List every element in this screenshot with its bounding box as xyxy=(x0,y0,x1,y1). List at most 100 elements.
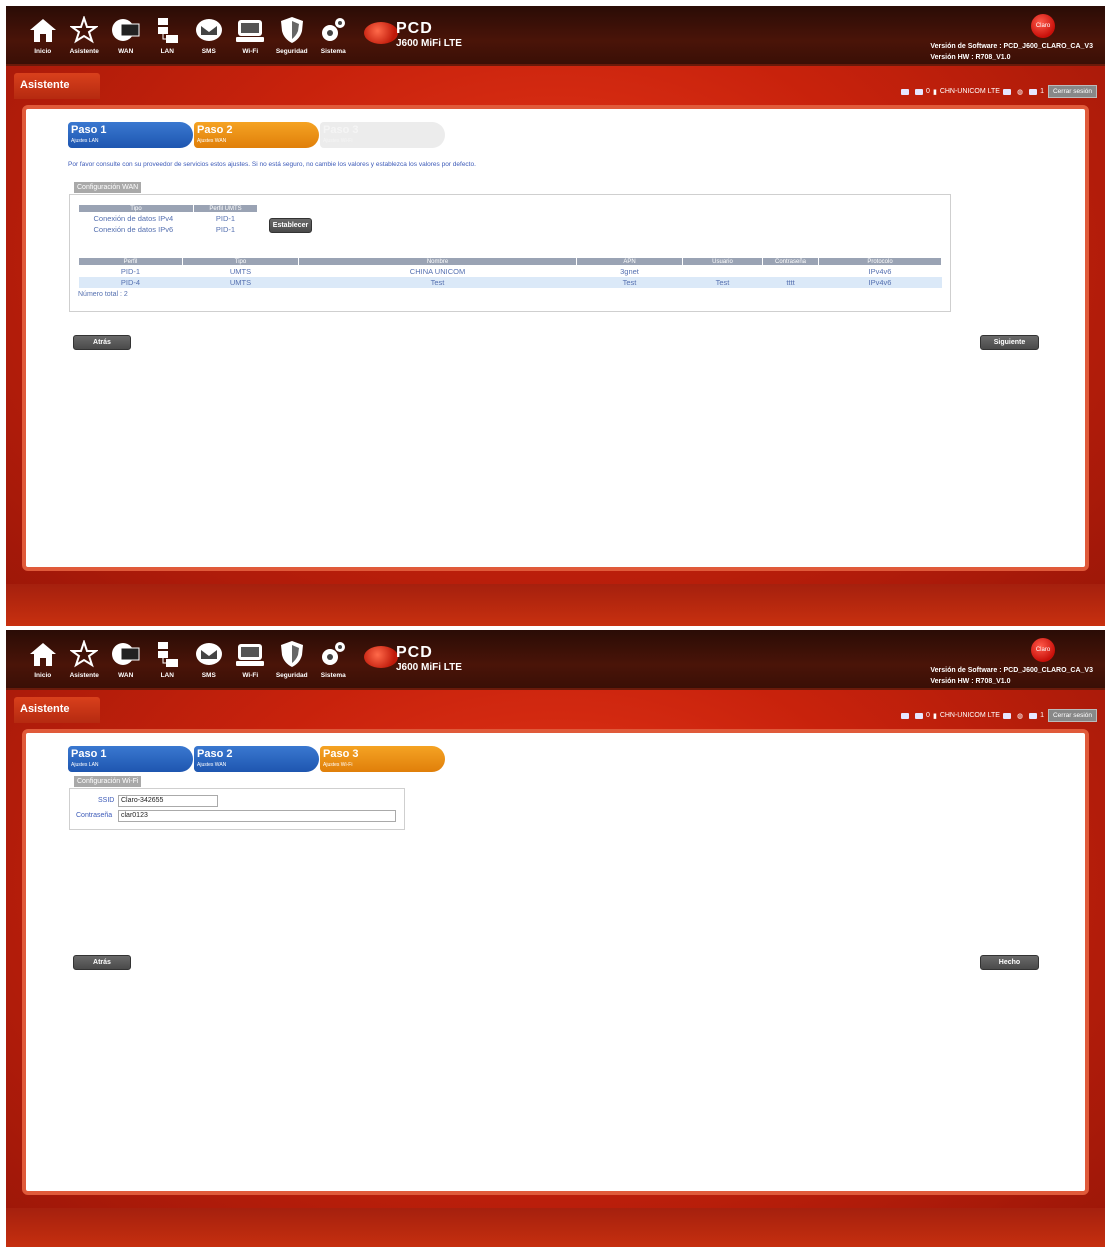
content-header: Asistente 0 ▮ CHN-UNICOM LTE ◍ 1 Cerrar … xyxy=(14,697,1097,729)
nav-sistema[interactable]: Sistema xyxy=(313,14,355,60)
nav-label: Wi-Fi xyxy=(242,672,259,679)
nav-label: LAN xyxy=(160,672,174,679)
nav-label: WAN xyxy=(118,48,134,55)
logout-button[interactable]: Cerrar sesión xyxy=(1047,85,1097,98)
status-bar: 0 ▮ CHN-UNICOM LTE ◍ 1 Cerrar sesión xyxy=(898,85,1097,98)
brand-name: PCD xyxy=(396,20,433,37)
password-input[interactable]: clar0123 xyxy=(118,810,396,822)
wan-icon xyxy=(110,14,142,46)
ssid-label: SSID xyxy=(98,797,115,804)
brand-name: PCD xyxy=(396,644,433,661)
nav-label: SMS xyxy=(201,48,216,55)
lan-icon xyxy=(151,638,183,670)
step-sub: Ajustes LAN xyxy=(71,762,99,768)
devices-icon xyxy=(1029,712,1038,719)
lan-icon xyxy=(151,14,183,46)
table-cell xyxy=(763,266,819,277)
column-header: Tipo xyxy=(182,257,299,266)
main-nav: Inicio Asistente WAN LAN SMS Wi-Fi Segur… xyxy=(22,638,354,684)
pcd-logo-mark xyxy=(364,22,398,44)
nav-label: Wi-Fi xyxy=(242,48,259,55)
info-note: Por favor consulte con su proveedor de s… xyxy=(68,161,476,168)
devices-icon xyxy=(1029,88,1038,95)
step-name: Paso 3 xyxy=(323,748,359,760)
table-row[interactable]: PID-4 UMTS Test Test Test tttt IPv4v6 xyxy=(78,276,942,288)
step-name: Paso 1 xyxy=(71,748,107,760)
nav-wan[interactable]: WAN xyxy=(105,14,147,60)
section-label-wifi: Configuración Wi-Fi xyxy=(74,776,142,787)
nav-asistente[interactable]: Asistente xyxy=(64,638,106,684)
globe-icon: ◍ xyxy=(1016,88,1024,96)
nav-lan[interactable]: LAN xyxy=(147,14,189,60)
table-cell: IPv4v6 xyxy=(818,276,942,288)
nav-inicio[interactable]: Inicio xyxy=(22,14,64,60)
table-row[interactable]: PID-1 UMTS CHINA UNICOM 3gnet IPv4v6 xyxy=(79,266,942,277)
gear-icon xyxy=(317,638,349,670)
wizard-icon xyxy=(68,638,100,670)
column-header: Perfil UMTS xyxy=(193,204,258,213)
column-header: Usuario xyxy=(682,257,763,266)
signal-icon: ▮ xyxy=(932,712,937,720)
nav-inicio[interactable]: Inicio xyxy=(22,638,64,684)
devices-count: 1 xyxy=(1040,88,1044,95)
nav-seguridad[interactable]: Seguridad xyxy=(271,638,313,684)
bottom-bar xyxy=(6,584,1105,626)
nav-label: Asistente xyxy=(69,48,99,55)
top-navigation-bar: Inicio Asistente WAN LAN SMS Wi-Fi Segur… xyxy=(6,6,1105,66)
nav-wifi[interactable]: Wi-Fi xyxy=(230,14,272,60)
model-name: J600 MiFi LTE xyxy=(396,38,462,49)
page-title: Asistente xyxy=(14,697,100,723)
back-button[interactable]: Atrás xyxy=(73,955,131,970)
table-cell: Test xyxy=(576,276,683,288)
nav-asistente[interactable]: Asistente xyxy=(64,14,106,60)
logout-button[interactable]: Cerrar sesión xyxy=(1047,709,1097,722)
done-button[interactable]: Hecho xyxy=(980,955,1039,970)
hardware-version: Versión HW : R708_V1.0 xyxy=(930,54,1011,61)
nav-label: Inicio xyxy=(34,48,52,55)
step-name: Paso 1 xyxy=(71,124,107,136)
column-header: Tipo xyxy=(78,204,194,213)
shield-icon xyxy=(276,14,308,46)
wifi-icon xyxy=(234,638,266,670)
gear-icon xyxy=(317,14,349,46)
total-count: Número total : 2 xyxy=(78,291,128,298)
next-button[interactable]: Siguiente xyxy=(980,335,1039,350)
nav-sistema[interactable]: Sistema xyxy=(313,638,355,684)
screenshot-wan-step: Inicio Asistente WAN LAN SMS Wi-Fi Segur… xyxy=(6,6,1105,626)
step-1: Paso 1 Ajustes LAN xyxy=(68,122,193,148)
ssid-input[interactable]: Claro-342655 xyxy=(118,795,218,807)
set-button[interactable]: Establecer xyxy=(269,218,312,233)
table-cell: CHINA UNICOM xyxy=(409,266,466,276)
step-2: Paso 2 Ajustes WAN xyxy=(194,746,319,772)
table-cell: PID-1 xyxy=(215,224,236,234)
nav-lan[interactable]: LAN xyxy=(147,638,189,684)
nav-label: SMS xyxy=(201,672,216,679)
devices-count: 1 xyxy=(1040,712,1044,719)
step-sub: Ajustes WAN xyxy=(197,762,227,768)
version-info: Versión de Software : PCD_J600_CLARO_CA_… xyxy=(930,665,1093,687)
top-navigation-bar: Inicio Asistente WAN LAN SMS Wi-Fi Segur… xyxy=(6,630,1105,690)
step-sub: Ajustes WAN xyxy=(197,138,227,144)
back-button[interactable]: Atrás xyxy=(73,335,131,350)
column-header: Protocolo xyxy=(818,257,942,266)
wifi-icon xyxy=(234,14,266,46)
column-header: Contraseña xyxy=(762,257,819,266)
table-cell: PID-1 xyxy=(215,213,236,223)
table-cell: tttt xyxy=(762,276,819,288)
nav-label: Seguridad xyxy=(275,48,308,55)
nav-wifi[interactable]: Wi-Fi xyxy=(230,638,272,684)
nav-wan[interactable]: WAN xyxy=(105,638,147,684)
nav-seguridad[interactable]: Seguridad xyxy=(271,14,313,60)
table-cell: Test xyxy=(298,276,577,288)
nav-sms[interactable]: SMS xyxy=(188,638,230,684)
table-cell: IPv4v6 xyxy=(868,266,892,276)
column-header: Perfil xyxy=(78,257,183,266)
claro-logo: Claro xyxy=(1031,14,1055,38)
wizard-panel: Paso 1 Ajustes LAN Paso 2 Ajustes WAN Pa… xyxy=(22,105,1089,571)
battery-icon xyxy=(1002,712,1011,719)
nav-sms[interactable]: SMS xyxy=(188,14,230,60)
table-cell: 3gnet xyxy=(620,266,639,276)
step-2: Paso 2 Ajustes WAN xyxy=(194,122,319,148)
sms-status-icon xyxy=(915,712,924,719)
table-cell: Conexión de datos IPv6 xyxy=(93,224,174,234)
